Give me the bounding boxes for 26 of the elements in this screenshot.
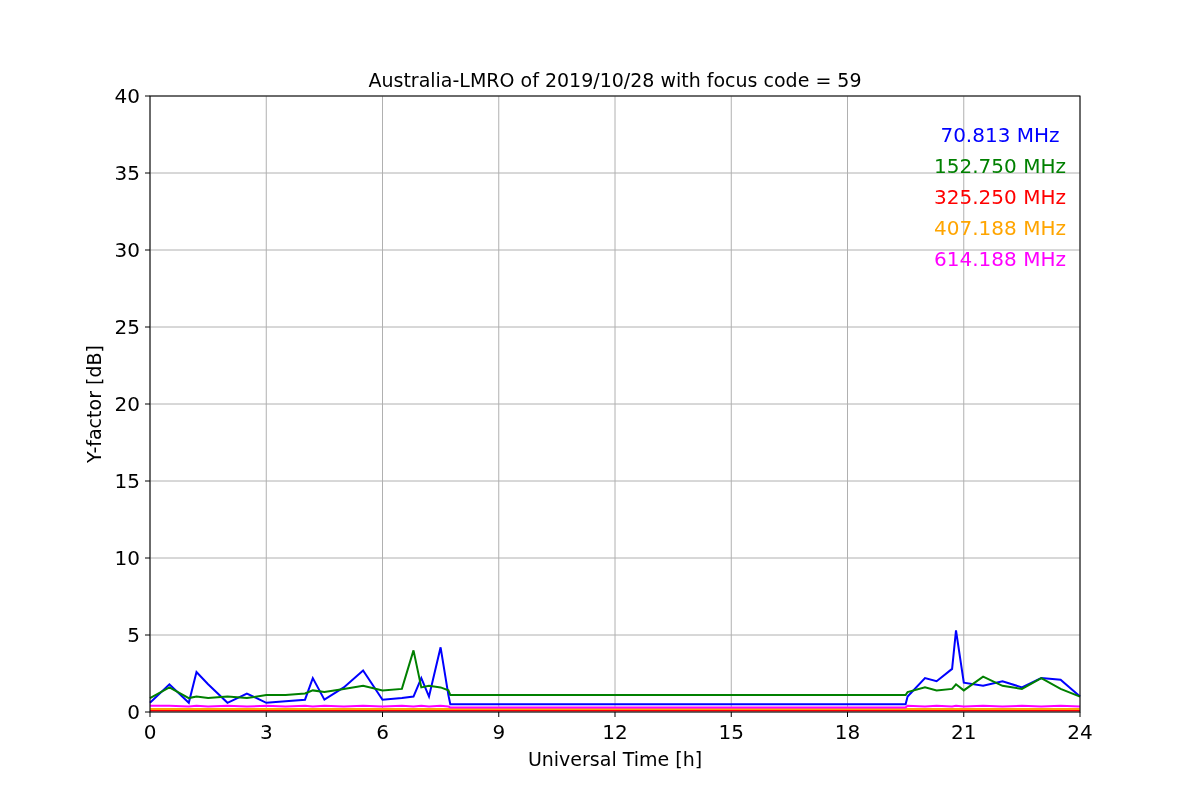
legend-label: 325.250 MHz [934, 185, 1066, 209]
y-tick-label: 20 [114, 392, 140, 416]
x-axis-label: Universal Time [h] [527, 748, 703, 770]
x-tick-label: 24 [1067, 720, 1093, 744]
x-tick-label: 6 [376, 720, 389, 744]
legend-label: 614.188 MHz [934, 247, 1066, 271]
y-tick-label: 30 [114, 238, 140, 262]
chart-title: Australia-LMRO of 2019/10/28 with focus code = 59 [368, 69, 862, 91]
x-tick-label: 18 [834, 720, 861, 744]
y-tick-label: 15 [114, 469, 140, 493]
x-tick-label: 9 [492, 720, 506, 744]
y-tick-label: 10 [114, 546, 140, 570]
y-tick-label: 40 [114, 84, 140, 108]
x-tick-label: 21 [951, 720, 977, 744]
x-tick-label: 15 [718, 720, 744, 744]
y-tick-label: 25 [114, 315, 140, 339]
x-tick-label: 0 [143, 720, 157, 744]
y-tick-label: 35 [114, 161, 140, 185]
legend-label: 70.813 MHz [940, 123, 1060, 147]
y-tick-label: 0 [127, 700, 140, 724]
legend-label: 407.188 MHz [934, 216, 1066, 240]
x-tick-label: 3 [259, 720, 273, 744]
y-axis-label: Y-factor [dB] [83, 345, 105, 463]
x-tick-label: 12 [602, 720, 628, 744]
legend-label: 152.750 MHz [934, 154, 1066, 178]
y-tick-label: 5 [127, 623, 140, 647]
